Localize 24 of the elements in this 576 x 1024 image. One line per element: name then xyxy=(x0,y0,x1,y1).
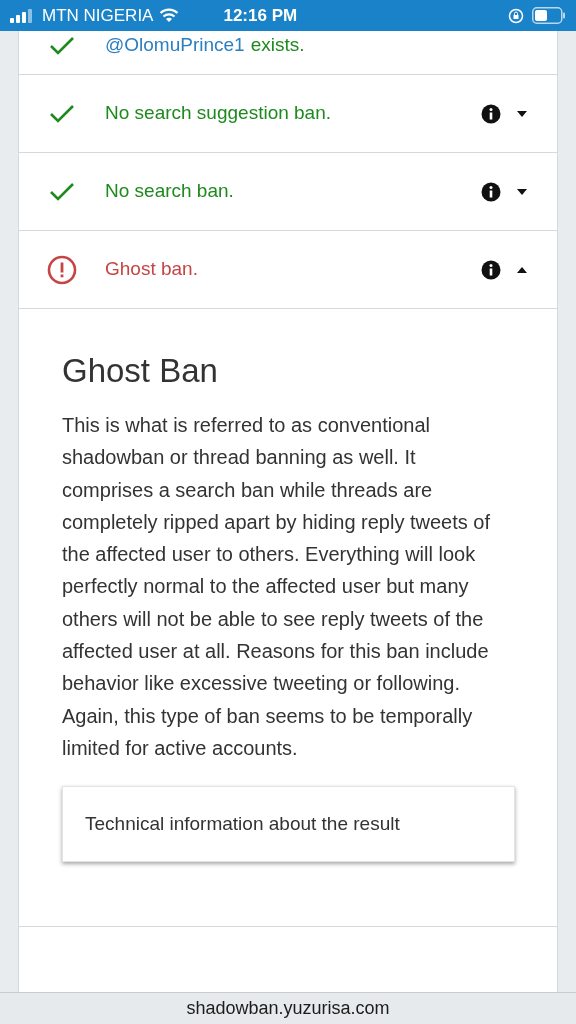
info-icon[interactable] xyxy=(481,103,501,124)
info-icon[interactable] xyxy=(481,181,501,202)
wifi-icon xyxy=(159,8,180,23)
check-icon xyxy=(49,35,75,56)
details-heading: Ghost Ban xyxy=(62,351,219,391)
clock-time: 12:16 PM xyxy=(223,4,298,27)
details-paragraph: This is what is referred to as conventional shadowban or thread banning as well. It comprises a search ban while threads are completely ripped apart by hiding reply tweets of the affected user to others. Everything will look perfectly normal to the affected user but many others will not be able to see reply tweets of the affected user at all. Reasons for this ban include behavior like excessive tweeting or following. Again, this type of ban seems to be temporally limited for active accounts. xyxy=(62,413,491,761)
username-link[interactable]: @OlomuPrince1 xyxy=(105,31,245,60)
info-icon[interactable] xyxy=(481,259,501,280)
result-text: No search suggestion ban. xyxy=(105,101,332,126)
check-icon xyxy=(49,103,75,124)
carrier-name: MTN NIGERIA xyxy=(42,4,154,27)
check-icon xyxy=(49,181,75,202)
caret-up-icon[interactable] xyxy=(517,266,527,273)
caret-down-icon[interactable] xyxy=(517,110,527,117)
battery-icon xyxy=(532,7,566,24)
result-text: Ghost ban. xyxy=(105,257,198,282)
rotation-lock-icon xyxy=(508,7,524,24)
technical-info-button[interactable]: Technical information about the result xyxy=(62,786,515,863)
alert-icon xyxy=(47,254,77,285)
result-text: exists. xyxy=(250,33,305,58)
result-text: No search ban. xyxy=(105,179,234,204)
caret-down-icon[interactable] xyxy=(517,188,527,195)
url-text[interactable]: shadowban.yuzurisa.com xyxy=(186,995,390,1022)
